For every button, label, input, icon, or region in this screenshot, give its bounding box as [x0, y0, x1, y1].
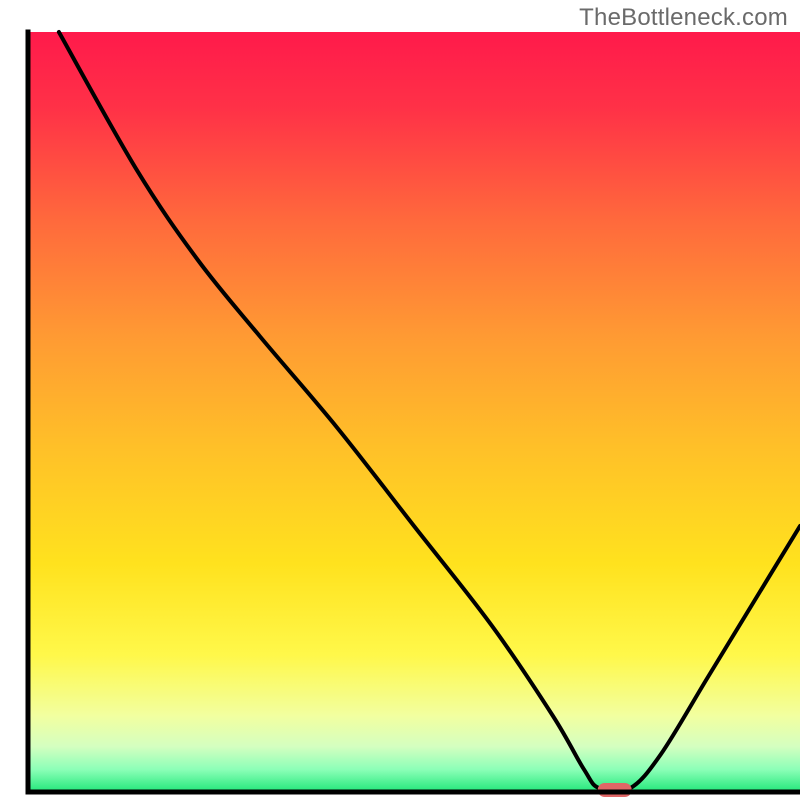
- chart-background: [28, 32, 800, 792]
- chart-container: TheBottleneck.com: [0, 0, 800, 800]
- bottleneck-chart: [0, 0, 800, 800]
- watermark-text: TheBottleneck.com: [579, 4, 788, 32]
